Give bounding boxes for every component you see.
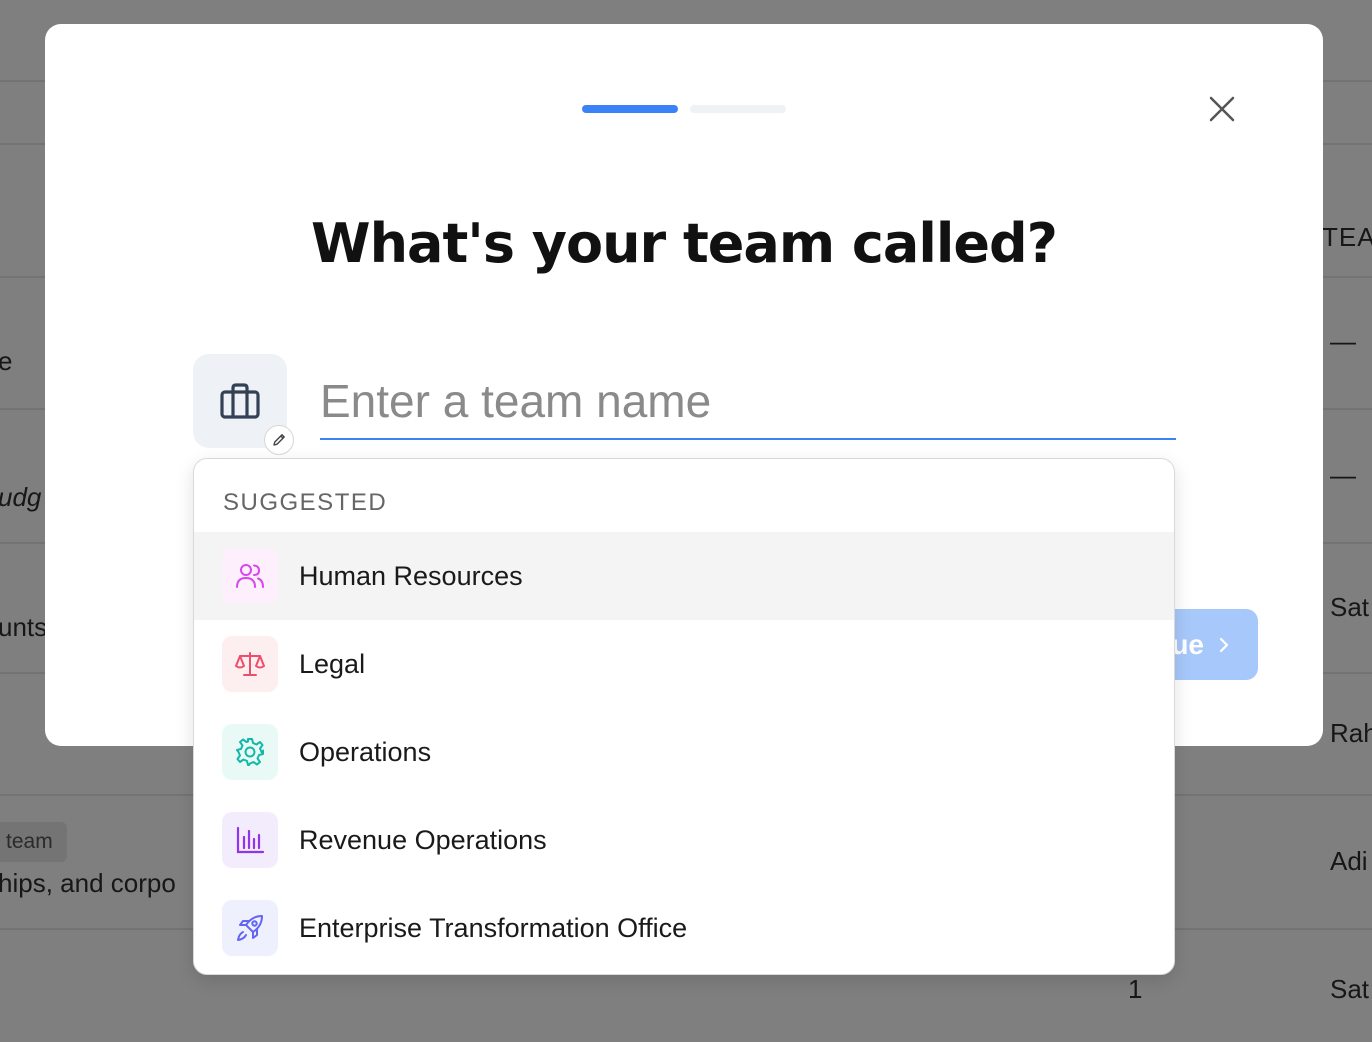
team-name-input[interactable] [320,364,1176,440]
suggestion-label: Operations [299,736,432,767]
close-icon [1209,96,1235,122]
suggestion-enterprise-transformation-office[interactable]: Enterprise Transformation Office [194,884,1174,972]
suggestion-label: Legal [299,648,366,679]
bar-chart-icon [222,812,278,868]
pencil-icon [273,434,285,446]
suggestion-label: Human Resources [299,560,523,591]
progress-step-active [582,105,678,113]
suggestions-header: SUGGESTED [223,489,388,516]
suggestion-operations[interactable]: Operations [194,708,1174,796]
chevron-right-icon [1219,637,1229,652]
scale-icon [222,636,278,692]
gear-icon [222,724,278,780]
briefcase-icon [220,383,260,419]
edit-icon-button[interactable] [264,425,294,455]
suggestions-dropdown: SUGGESTED Human Resources Legal Operatio… [193,458,1175,975]
suggestion-label: Revenue Operations [299,824,547,855]
rocket-icon [222,900,278,956]
progress-step [690,105,786,113]
modal-title: What's your team called? [311,212,1058,275]
suggestion-legal[interactable]: Legal [194,620,1174,708]
suggestion-revenue-operations[interactable]: Revenue Operations [194,796,1174,884]
step-progress [582,105,786,113]
suggestion-label: Enterprise Transformation Office [299,912,688,943]
suggestion-human-resources[interactable]: Human Resources [194,532,1174,620]
close-button[interactable] [1203,90,1241,128]
users-icon [222,548,278,604]
